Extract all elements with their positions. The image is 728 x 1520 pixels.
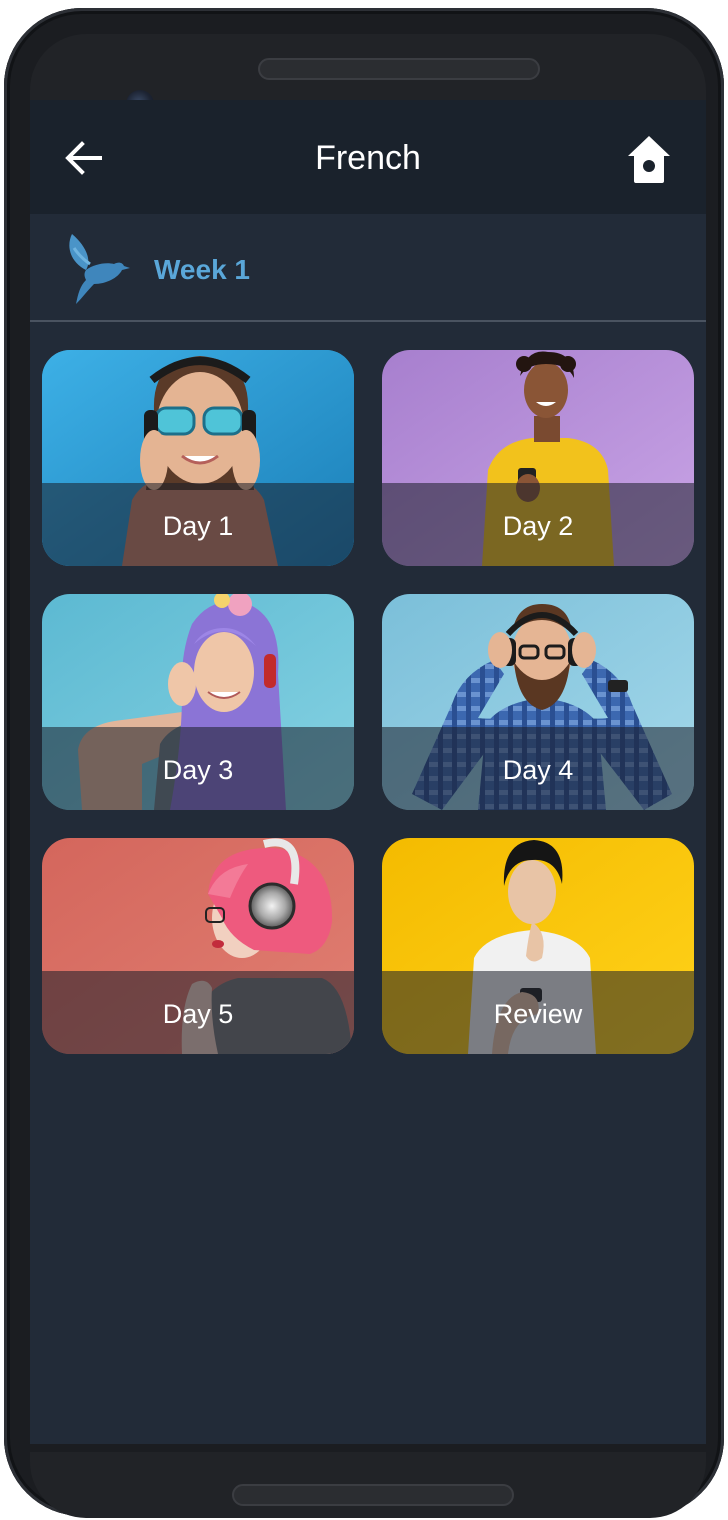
lesson-card-day-5[interactable]: Day 5 [42, 838, 354, 1054]
lesson-card-day-4[interactable]: Day 4 [382, 594, 694, 810]
card-label: Day 4 [502, 755, 574, 785]
home-icon [628, 136, 670, 183]
card-label: Day 1 [162, 511, 234, 541]
lesson-card-review[interactable]: Review [382, 838, 694, 1054]
week-label: Week 1 [154, 254, 250, 285]
card-label: Day 5 [162, 999, 234, 1029]
home-button[interactable] [620, 130, 678, 188]
app-screen: French Week 1 Day 1 Day 2 Day 3 Day 4 Da… [30, 100, 706, 1444]
lesson-card-day-1[interactable]: Day 1 [42, 350, 354, 566]
page-title: French [315, 139, 421, 177]
week-header: Week 1 [30, 214, 706, 322]
lesson-card-day-3[interactable]: Day 3 [42, 594, 354, 810]
phone-top-bezel [30, 34, 706, 118]
earpiece-speaker [258, 58, 540, 80]
bottom-speaker [232, 1484, 514, 1506]
app-bar: French [30, 100, 706, 214]
card-label: Day 3 [162, 755, 234, 785]
lesson-card-day-2[interactable]: Day 2 [382, 350, 694, 566]
card-label: Review [493, 999, 583, 1029]
bird-icon [69, 234, 130, 304]
card-label: Day 2 [502, 511, 574, 541]
